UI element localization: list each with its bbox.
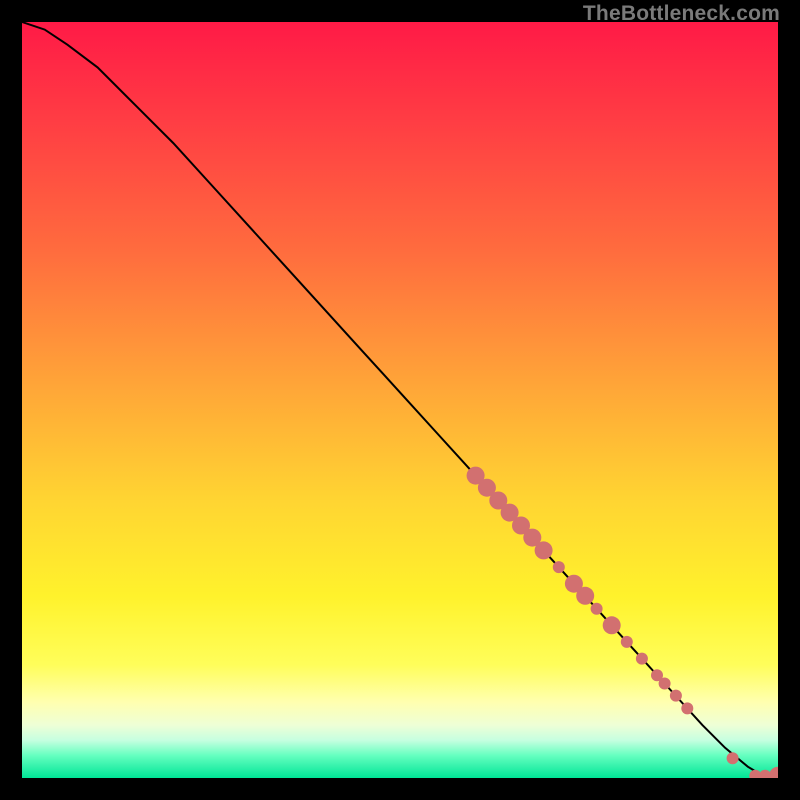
data-point xyxy=(591,603,603,615)
chart-stage: TheBottleneck.com xyxy=(0,0,800,800)
data-point xyxy=(727,752,739,764)
data-point xyxy=(670,690,682,702)
data-point xyxy=(636,653,648,665)
plot-area xyxy=(22,22,778,778)
data-point xyxy=(576,587,594,605)
marker-group xyxy=(467,467,778,778)
data-point xyxy=(769,767,778,778)
data-point xyxy=(659,678,671,690)
data-point xyxy=(603,616,621,634)
data-point xyxy=(553,561,565,573)
data-point xyxy=(535,541,553,559)
data-point xyxy=(621,636,633,648)
data-point xyxy=(681,702,693,714)
chart-svg xyxy=(22,22,778,778)
series-line xyxy=(22,22,778,776)
